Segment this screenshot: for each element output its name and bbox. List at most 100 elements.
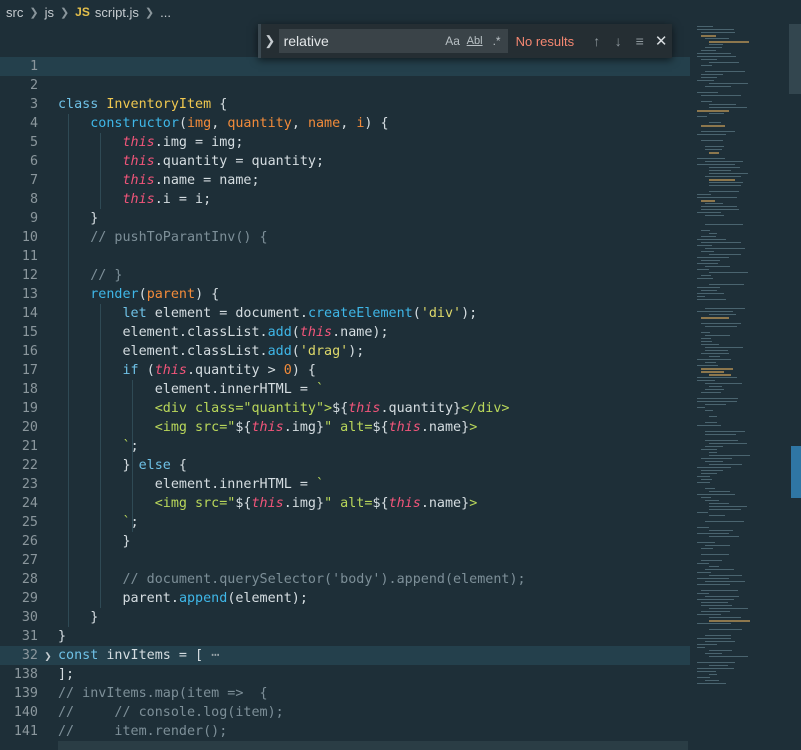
- code-line[interactable]: 21 `;: [0, 437, 690, 456]
- code-line[interactable]: 141 // item.render();: [0, 722, 690, 741]
- arrow-down-icon[interactable]: ↓: [607, 33, 629, 49]
- line-number: 16: [21, 344, 38, 359]
- minimap-line: [701, 548, 713, 549]
- code-line[interactable]: 26 }: [0, 532, 690, 551]
- fold-chevron-icon[interactable]: ❯: [38, 649, 58, 663]
- code-line[interactable]: 2: [0, 76, 690, 95]
- code-line[interactable]: 31}: [0, 627, 690, 646]
- code-line[interactable]: 15 element.classList.add(this.name);: [0, 323, 690, 342]
- code-line[interactable]: 14 let element = document.createElement(…: [0, 304, 690, 323]
- code-line[interactable]: 20 <img src="${this.img}" alt=${this.nam…: [0, 418, 690, 437]
- minimap-line: [705, 335, 730, 336]
- minimap-line: [697, 512, 708, 513]
- minimap-line: [709, 536, 739, 537]
- minimap-line: [709, 62, 739, 63]
- token: img: [187, 116, 212, 131]
- code-line[interactable]: 9 }: [0, 209, 690, 228]
- minimap-line: [697, 527, 709, 528]
- horizontal-scrollbar[interactable]: [58, 741, 688, 750]
- code-line[interactable]: 28 // document.querySelector('body').app…: [0, 570, 690, 589]
- code-line[interactable]: 140 // // console.log(item);: [0, 703, 690, 722]
- minimap-line: [709, 617, 741, 618]
- token: .i = i;: [154, 192, 212, 207]
- scrollbar-visible-region[interactable]: [789, 24, 801, 94]
- code-line[interactable]: 25 `;: [0, 513, 690, 532]
- find-input-value[interactable]: relative: [284, 33, 442, 49]
- code-line[interactable]: 19 <div class="quantity">${this.quantity…: [0, 399, 690, 418]
- code-line[interactable]: 8 this.i = i;: [0, 190, 690, 209]
- code-line[interactable]: 13 render(parent) {: [0, 285, 690, 304]
- code-line[interactable]: 17 if (this.quantity > 0) {: [0, 361, 690, 380]
- vertical-scrollbar[interactable]: [789, 24, 801, 750]
- minimap-line: [697, 164, 735, 165]
- arrow-up-icon[interactable]: ↑: [586, 33, 608, 49]
- line-number: 22: [21, 458, 38, 473]
- code-line[interactable]: 32 ❯ const invItems = [ ⋯: [0, 646, 690, 665]
- minimap-line: [705, 71, 745, 72]
- token: (: [146, 363, 155, 378]
- code-line[interactable]: 10 // pushToParantInv() {: [0, 228, 690, 247]
- code-line[interactable]: 29 parent.append(element);: [0, 589, 690, 608]
- minimap-line: [701, 74, 723, 75]
- code-text: this.i = i;: [58, 192, 212, 207]
- token: ];: [58, 667, 75, 682]
- code-line[interactable]: 30 }: [0, 608, 690, 627]
- code-line[interactable]: 16 element.classList.add('drag');: [0, 342, 690, 361]
- minimap-line: [701, 65, 712, 66]
- regex-icon[interactable]: .*: [486, 34, 508, 48]
- code-line[interactable]: 7 this.name = name;: [0, 171, 690, 190]
- find-in-selection-icon[interactable]: ≡: [629, 33, 651, 49]
- minimap-line: [705, 410, 713, 411]
- code-line[interactable]: 6 this.quantity = quantity;: [0, 152, 690, 171]
- find-input[interactable]: relative Aa Abl .*: [278, 29, 508, 53]
- line-number: 141: [13, 724, 38, 739]
- line-number: 10: [21, 230, 38, 245]
- minimap-line: [697, 296, 705, 297]
- whole-word-icon[interactable]: Abl: [464, 35, 486, 47]
- code-line[interactable]: 22 } else {: [0, 456, 690, 475]
- code-line[interactable]: 11: [0, 247, 690, 266]
- line-number: 24: [21, 496, 38, 511]
- minimap[interactable]: [695, 24, 789, 744]
- code-line[interactable]: 1: [0, 57, 690, 76]
- minimap-line: [705, 431, 745, 432]
- match-case-icon[interactable]: Aa: [442, 34, 464, 48]
- code-line[interactable]: 139 // invItems.map(item => {: [0, 684, 690, 703]
- breadcrumb-item-file[interactable]: script.js: [95, 5, 139, 20]
- minimap-line: [705, 224, 743, 225]
- minimap-line: [709, 515, 725, 516]
- line-number: 28: [21, 572, 38, 587]
- breadcrumb-item-src[interactable]: src: [6, 5, 23, 20]
- code-line[interactable]: 4 constructor(img, quantity, name, i) {: [0, 114, 690, 133]
- code-line[interactable]: 18 element.innerHTML = `: [0, 380, 690, 399]
- close-icon[interactable]: ✕: [650, 32, 672, 50]
- code-line[interactable]: 24 <img src="${this.img}" alt=${this.nam…: [0, 494, 690, 513]
- line-number: 12: [21, 268, 38, 283]
- code-line[interactable]: 23 element.innerHTML = `: [0, 475, 690, 494]
- toggle-replace-chevron-icon[interactable]: ❯: [261, 33, 279, 49]
- code-line[interactable]: 27: [0, 551, 690, 570]
- minimap-line: [697, 110, 729, 112]
- code-text: this.img = img;: [58, 135, 244, 150]
- line-number: 4: [29, 116, 38, 131]
- token: const: [58, 648, 107, 663]
- code-editor[interactable]: 1 2 3 class InventoryItem {4 constructor(im…: [0, 57, 690, 750]
- minimap-line: [705, 86, 731, 87]
- minimap-line: [705, 446, 723, 447]
- code-text: element.innerHTML = `: [58, 477, 324, 492]
- breadcrumb-item-js[interactable]: js: [45, 5, 54, 20]
- breadcrumb-item-symbol[interactable]: ...: [160, 5, 171, 20]
- minimap-line: [701, 392, 721, 393]
- code-text: }: [58, 211, 98, 226]
- code-text: element.classList.add('drag');: [58, 344, 364, 359]
- code-line[interactable]: 12 // }: [0, 266, 690, 285]
- token: }: [58, 610, 99, 625]
- minimap-line: [705, 434, 736, 435]
- code-line[interactable]: 5 this.img = img;: [0, 133, 690, 152]
- token: `: [122, 439, 131, 454]
- code-line[interactable]: 138];: [0, 665, 690, 684]
- code-line[interactable]: 3 class InventoryItem {: [0, 95, 690, 114]
- scrollbar-thumb[interactable]: [791, 446, 801, 498]
- minimap-line: [705, 461, 723, 462]
- minimap-line: [697, 467, 731, 468]
